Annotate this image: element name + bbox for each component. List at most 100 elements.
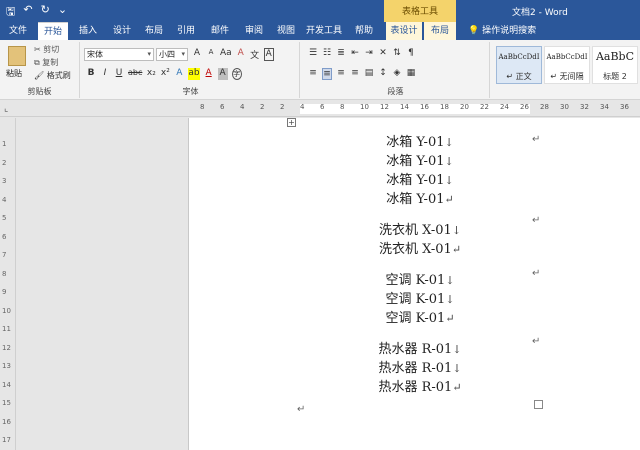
ribbon-home: 粘贴 ✂ 剪切 ⧉ 复制 🖌 格式刷 剪贴板 宋体 ▾ 小四 ▾ A A Aa A …: [0, 40, 640, 100]
style-no-spacing[interactable]: AaBbCcDdI ↵ 无间隔: [544, 46, 590, 84]
ruler-number: 15: [2, 399, 11, 407]
italic-button[interactable]: I: [100, 68, 110, 80]
align-left-icon[interactable]: ≡: [308, 68, 318, 80]
table-resize-handle[interactable]: [534, 400, 543, 409]
customize-qat-icon[interactable]: ⌄: [58, 3, 67, 22]
strikethrough-button[interactable]: abc: [128, 68, 142, 80]
vertical-ruler[interactable]: 1 2 3 4 5 6 7 8 9 10 11 12 13 14 15 16 17: [0, 118, 16, 450]
subscript-button[interactable]: x₂: [146, 68, 156, 80]
ruler-number: 8: [200, 103, 205, 111]
style-heading-2[interactable]: AaBbC 标题 2: [592, 46, 638, 84]
tab-review[interactable]: 审阅: [240, 22, 268, 40]
tab-table-design[interactable]: 表设计: [386, 22, 422, 40]
show-marks-icon[interactable]: ¶: [406, 48, 416, 58]
tab-design[interactable]: 设计: [108, 22, 136, 40]
ruler-number: 12: [2, 343, 11, 352]
ruler-number: 2: [280, 103, 285, 111]
bold-button[interactable]: B: [86, 68, 96, 80]
ruler-number: 24: [500, 103, 509, 111]
table-cell-line[interactable]: 热水器 R-01↵: [330, 379, 510, 397]
table-cell-line[interactable]: 冰箱 Y-01↓: [330, 134, 510, 152]
borders-icon[interactable]: ▦: [406, 68, 416, 80]
clipboard-group-label: 剪贴板: [27, 87, 52, 96]
tell-me-search[interactable]: 💡 操作说明搜索: [468, 22, 536, 40]
cut-button[interactable]: ✂ 剪切: [34, 44, 59, 56]
table-cell-line[interactable]: 洗衣机 X-01↵: [330, 241, 510, 259]
numbering-icon[interactable]: ☷: [322, 48, 332, 58]
line-text: 冰箱 Y-01: [386, 154, 445, 169]
tab-home[interactable]: 开始: [38, 22, 68, 40]
multilevel-list-icon[interactable]: ≣: [336, 48, 346, 58]
shrink-font-button[interactable]: A: [206, 48, 216, 61]
font-color-button[interactable]: A: [204, 68, 214, 80]
decrease-indent-icon[interactable]: ⇤: [350, 48, 360, 58]
table-cell-line[interactable]: 热水器 R-01↓: [330, 360, 510, 378]
tab-insert[interactable]: 插入: [74, 22, 102, 40]
redo-icon[interactable]: ↻: [41, 3, 50, 22]
paste-icon[interactable]: [8, 46, 26, 66]
tab-layout[interactable]: 布局: [140, 22, 168, 40]
tab-mailings[interactable]: 邮件: [206, 22, 234, 40]
line-text: 洗衣机 X-01: [378, 223, 452, 238]
style-normal[interactable]: AaBbCcDdI ↵ 正文: [496, 46, 542, 84]
font-size-select[interactable]: 小四 ▾: [156, 48, 188, 61]
change-case-button[interactable]: Aa: [220, 48, 232, 61]
table-cell-line[interactable]: 冰箱 Y-01↓: [330, 153, 510, 171]
table-cell-line[interactable]: 空调 K-01↵: [330, 310, 510, 328]
ruler-number: 10: [360, 103, 369, 111]
align-right-icon[interactable]: ≡: [336, 68, 346, 80]
shading-icon[interactable]: ◈: [392, 68, 402, 80]
underline-button[interactable]: U: [114, 68, 124, 80]
tab-table-layout[interactable]: 布局: [424, 22, 456, 40]
style-name: 标题 2: [603, 72, 627, 81]
ruler-number: 30: [560, 103, 569, 111]
sort-icon[interactable]: ⇅: [392, 48, 402, 58]
paste-button[interactable]: 粘贴: [6, 68, 22, 79]
tab-help[interactable]: 帮助: [350, 22, 378, 40]
ruler-numbers: 8 6 4 2 2 4 6 8 10 12 14 16 18 20 22 24 26 28 30 32 34 36: [196, 103, 636, 115]
tab-references[interactable]: 引用: [172, 22, 200, 40]
font-group: 宋体 ▾ 小四 ▾ A A Aa A 文 A B I U abc x₂ x² A a…: [82, 42, 300, 98]
chinese-layout-icon[interactable]: ✕: [378, 48, 388, 58]
ruler-number: 1: [2, 140, 7, 148]
justify-icon[interactable]: ≡: [350, 68, 360, 80]
undo-icon[interactable]: ↶: [23, 3, 32, 22]
paragraph-row-2: ≡ ≡ ≡ ≡ ▤ ↕ ◈ ▦: [308, 68, 416, 80]
save-icon[interactable]: 🖫: [6, 3, 15, 22]
superscript-button[interactable]: x²: [160, 68, 170, 80]
table-cell-line[interactable]: 热水器 R-01↓: [330, 341, 510, 359]
table-cell-line[interactable]: 冰箱 Y-01↵: [330, 191, 510, 209]
tab-file[interactable]: 文件: [0, 22, 36, 40]
bullets-icon[interactable]: ☰: [308, 48, 318, 58]
character-border-button[interactable]: A: [263, 48, 274, 61]
highlight-button[interactable]: ab: [188, 68, 200, 80]
grow-font-button[interactable]: A: [192, 48, 202, 61]
font-name-select[interactable]: 宋体 ▾: [84, 48, 154, 61]
table-cell-line[interactable]: 洗衣机 X-01↓: [330, 222, 510, 240]
ruler-number: 18: [440, 103, 449, 111]
align-center-icon[interactable]: ≡: [322, 68, 332, 80]
ruler-number: 13: [2, 362, 11, 370]
brush-icon: 🖌: [34, 71, 45, 80]
table-cell-line[interactable]: 空调 K-01↓: [330, 272, 510, 290]
tab-selector-icon[interactable]: ⌞: [4, 104, 8, 114]
copy-button[interactable]: ⧉ 复制: [34, 57, 58, 69]
tab-developer[interactable]: 开发工具: [304, 22, 344, 40]
horizontal-ruler[interactable]: 8 6 4 2 2 4 6 8 10 12 14 16 18 20 22 24 26 28 30 32 34 36: [0, 101, 640, 117]
table-cell-line[interactable]: 空调 K-01↓: [330, 291, 510, 309]
distributed-icon[interactable]: ▤: [364, 68, 374, 80]
line-break-mark: ↓: [451, 224, 462, 237]
character-shading-button[interactable]: A: [217, 68, 228, 80]
tab-view[interactable]: 视图: [272, 22, 300, 40]
phonetic-guide-button[interactable]: 文: [250, 48, 260, 61]
line-spacing-icon[interactable]: ↕: [378, 68, 388, 80]
format-painter-button[interactable]: 🖌 格式刷: [34, 70, 71, 82]
line-break-mark: ↓: [444, 155, 454, 168]
ruler-number: 28: [540, 103, 549, 111]
clear-formatting-button[interactable]: A: [236, 48, 246, 61]
enclose-characters-button[interactable]: 字: [231, 68, 242, 80]
text-effects-button[interactable]: A: [174, 68, 184, 80]
table-cell-line[interactable]: 冰箱 Y-01↓: [330, 172, 510, 190]
increase-indent-icon[interactable]: ⇥: [364, 48, 374, 58]
table-move-handle[interactable]: +: [287, 118, 296, 127]
